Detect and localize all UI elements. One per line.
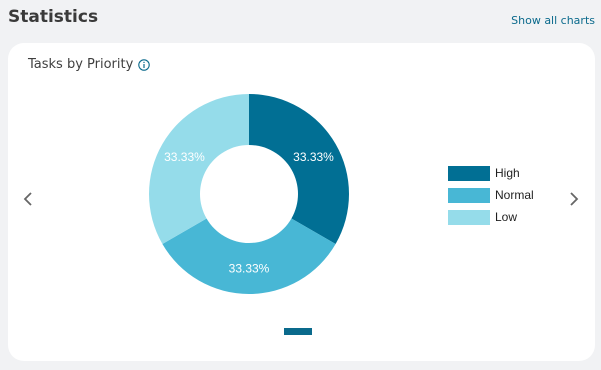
donut-slice-low[interactable] [149, 94, 249, 244]
legend-swatch [448, 165, 490, 181]
donut-slice-normal[interactable] [162, 218, 336, 295]
chart-legend: High Normal Low [448, 162, 534, 228]
card-title: Tasks by Priority [28, 57, 134, 72]
legend-label: High [495, 166, 520, 180]
card-title-row: Tasks by Priority [28, 57, 151, 72]
legend-item-normal[interactable]: Normal [448, 184, 534, 206]
legend-swatch [448, 187, 490, 203]
section-title: Statistics [8, 7, 99, 27]
chevron-right-icon[interactable] [566, 189, 582, 209]
pager-indicator[interactable] [284, 328, 312, 335]
legend-item-high[interactable]: High [448, 162, 534, 184]
info-icon[interactable] [138, 58, 151, 71]
statistics-page: Statistics Show all charts Tasks by Prio… [0, 0, 601, 370]
slice-label-low: 33.33% [164, 150, 205, 164]
chart-card: Tasks by Priority 33.33% 33.33% 33.33% Hig… [8, 43, 595, 361]
donut-slice-high[interactable] [249, 94, 349, 244]
legend-swatch [448, 209, 490, 225]
legend-item-low[interactable]: Low [448, 206, 534, 228]
legend-label: Low [495, 210, 518, 224]
show-all-charts-link[interactable]: Show all charts [511, 14, 595, 27]
slice-label-high: 33.33% [293, 150, 334, 164]
priority-donut-chart: 33.33% 33.33% 33.33% [149, 94, 349, 295]
legend-label: Normal [495, 188, 534, 202]
slice-label-normal: 33.33% [229, 262, 270, 276]
chevron-left-icon[interactable] [20, 189, 36, 209]
